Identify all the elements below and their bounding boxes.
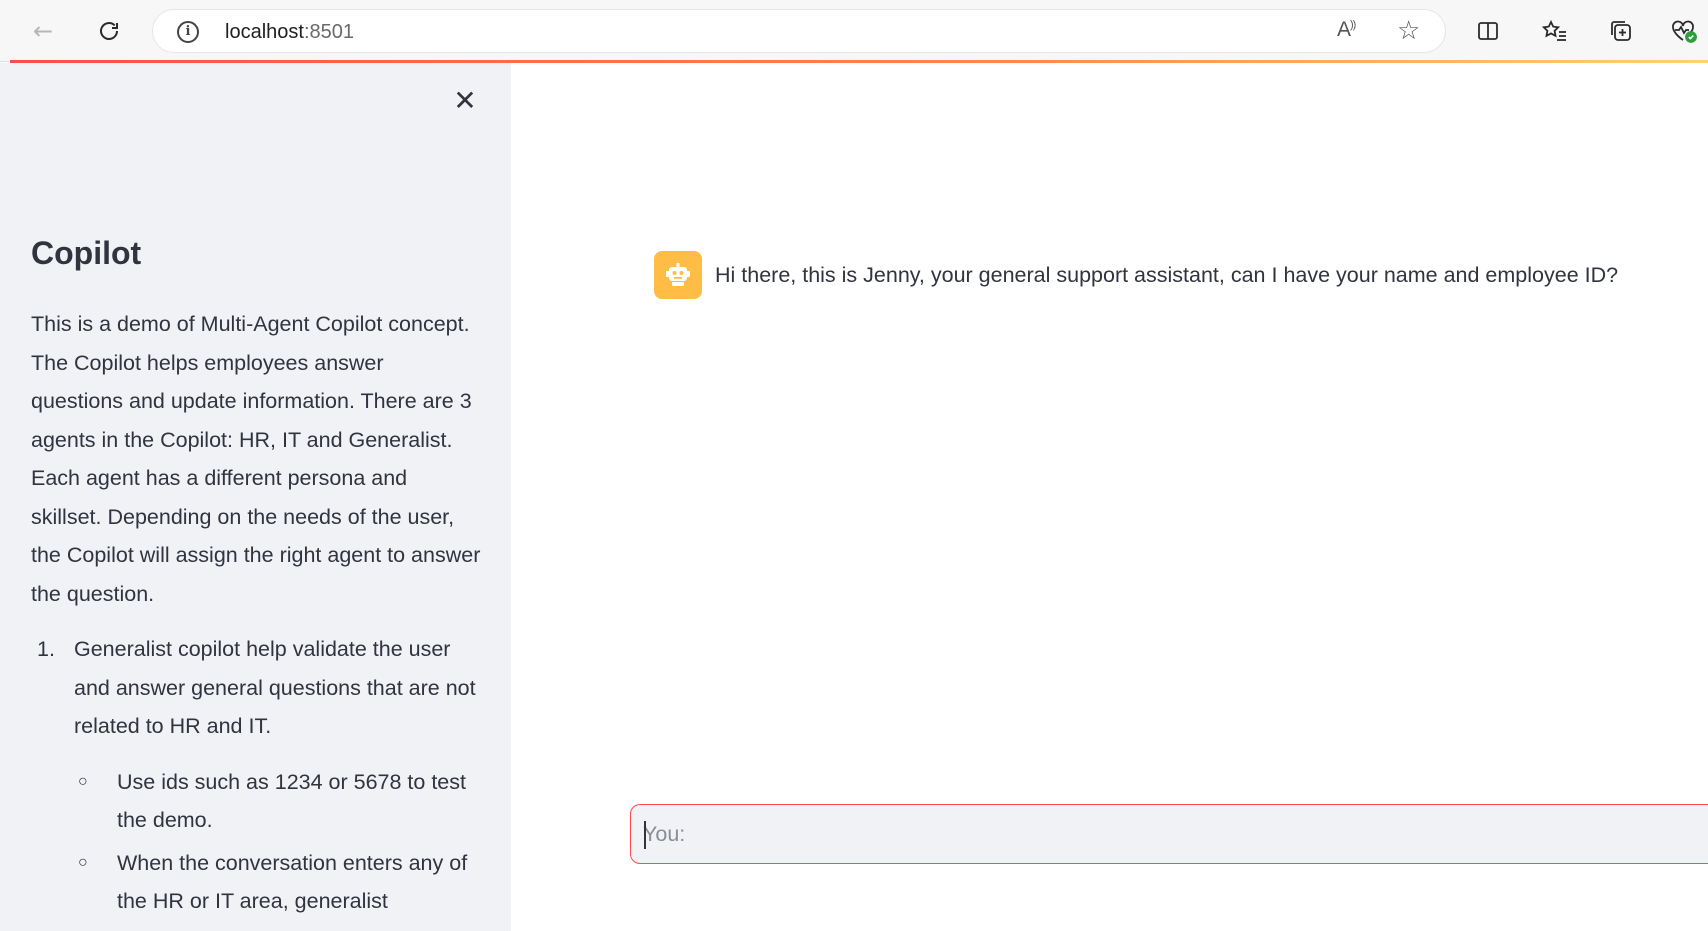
split-screen-icon[interactable] bbox=[1471, 14, 1505, 48]
chat-input-box[interactable] bbox=[630, 804, 1708, 864]
bullet-icon: ○ bbox=[78, 772, 88, 790]
browser-essentials-icon[interactable] bbox=[1667, 14, 1701, 48]
bot-avatar bbox=[654, 251, 702, 299]
favorites-icon[interactable] bbox=[1537, 14, 1571, 48]
list-item: 1. Generalist copilot help validate the … bbox=[31, 630, 481, 746]
site-info-icon[interactable]: i bbox=[177, 21, 199, 43]
sub-list-item: ○ Use ids such as 1234 or 5678 to test t… bbox=[31, 763, 481, 840]
list-item-number: 1. bbox=[37, 637, 55, 661]
url-text[interactable]: localhost:8501 bbox=[225, 21, 354, 44]
sub-list-item-text: Use ids such as 1234 or 5678 to test the… bbox=[117, 769, 466, 833]
robot-icon bbox=[666, 263, 690, 286]
reload-icon[interactable] bbox=[92, 14, 126, 48]
back-arrow-icon[interactable]: ← bbox=[26, 14, 60, 48]
sidebar-description: This is a demo of Multi-Agent Copilot co… bbox=[31, 312, 481, 606]
browser-toolbar: ← i localhost:8501 A)) ☆ bbox=[0, 0, 1708, 62]
url-port: :8501 bbox=[303, 21, 354, 43]
sub-list-item: ○ When the conversation enters any of th… bbox=[31, 844, 481, 921]
address-bar[interactable]: i localhost:8501 A)) ☆ bbox=[152, 9, 1446, 53]
favorite-star-icon[interactable]: ☆ bbox=[1397, 16, 1420, 46]
chat-message: Hi there, this is Jenny, your general su… bbox=[654, 251, 1618, 299]
list-item-text: Generalist copilot help validate the use… bbox=[74, 637, 476, 738]
sub-list: ○ Use ids such as 1234 or 5678 to test t… bbox=[31, 763, 481, 921]
collections-icon[interactable] bbox=[1604, 14, 1638, 48]
sidebar-ordered-list: 1. Generalist copilot help validate the … bbox=[31, 630, 481, 925]
chat-main-area: Hi there, this is Jenny, your general su… bbox=[511, 63, 1708, 931]
sidebar: ✕ Copilot This is a demo of Multi-Agent … bbox=[0, 63, 511, 931]
chat-input[interactable] bbox=[643, 805, 1543, 863]
sidebar-title: Copilot bbox=[31, 235, 142, 271]
close-sidebar-icon[interactable]: ✕ bbox=[448, 83, 482, 117]
read-aloud-icon[interactable]: A)) bbox=[1337, 18, 1356, 42]
text-caret bbox=[644, 821, 646, 849]
assistant-message-text: Hi there, this is Jenny, your general su… bbox=[715, 262, 1619, 287]
url-host: localhost bbox=[225, 21, 304, 43]
bullet-icon: ○ bbox=[78, 853, 88, 871]
sub-list-item-text: When the conversation enters any of the … bbox=[117, 850, 468, 914]
